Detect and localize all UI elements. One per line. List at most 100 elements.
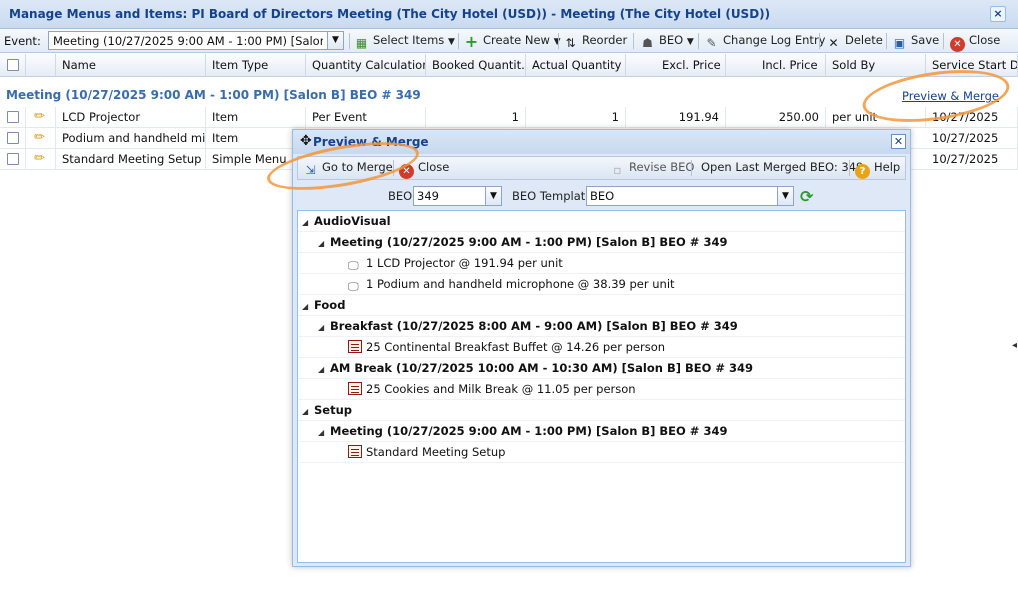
beo-select-value: 349 [417,189,439,203]
event-select[interactable]: Meeting (10/27/2025 9:00 AM - 1:00 PM) [… [48,31,344,50]
tree-item[interactable]: Standard Meeting Setup [298,442,905,463]
change-log-button[interactable]: ✎ Change Log Entry [704,33,825,50]
collapse-arrow-icon[interactable]: ◢ [318,323,330,332]
toolbar-divider [819,33,820,49]
row-checkbox[interactable] [0,128,26,149]
tree-event[interactable]: ◢ AM Break (10/27/2025 10:00 AM - 10:30 A… [298,358,905,379]
tree-item[interactable]: 25 Continental Breakfast Buffet @ 14.26 … [298,337,905,358]
pencil-edit-icon[interactable]: ✏ [26,107,56,128]
cell-name: LCD Projector [56,107,206,128]
resize-handle-icon[interactable]: ◂ [1012,340,1018,356]
chevron-down-icon[interactable]: ▼ [327,32,343,49]
column-header-actual-quantity[interactable]: Actual Quantity [526,54,626,77]
collapse-arrow-icon[interactable]: ◢ [302,407,314,416]
column-header-booked-quantity[interactable]: Booked Quantit... [426,54,526,77]
preview-merge-dialog: ✥ Preview & Merge ✕ ⇲ Go to Merge ✕ Close … [292,129,911,567]
dialog-close-icon[interactable]: ✕ [891,134,906,149]
column-header-quantity-calculation[interactable]: Quantity Calculation [306,54,426,77]
menu-icon [348,340,362,353]
column-header-item-type[interactable]: Item Type [206,54,306,77]
column-header-excl-price[interactable]: Excl. Price [626,54,726,77]
delete-x-icon: ✕ [828,36,839,50]
column-header-sold-by[interactable]: Sold By [826,54,926,77]
cell-name: Podium and handheld mic... [56,128,206,149]
cell-item-type: Item [206,107,306,128]
beo-template-select[interactable]: BEO ▼ [586,186,794,206]
beo-label: BEO [659,33,684,47]
tree-item-label: Standard Meeting Setup [366,445,506,459]
tree-item-label: 25 Cookies and Milk Break @ 11.05 per pe… [366,382,636,396]
tree-category[interactable]: ◢ AudioVisual [298,211,905,232]
wrench-icon: ✎ [706,36,717,50]
tree-item-label: 1 Podium and handheld microphone @ 38.39… [366,277,675,291]
projector-icon: 🖵 [348,280,359,293]
toolbar-divider [558,33,559,49]
menu-icon [348,382,362,395]
collapse-arrow-icon[interactable]: ◢ [318,428,330,437]
tree-item[interactable]: 🖵 1 Podium and handheld microphone @ 38.3… [298,274,905,295]
menu-icon [348,445,362,458]
revise-icon: ▫ [613,163,622,177]
cell-actual: 1 [526,107,626,128]
delete-label: Delete [845,33,883,47]
tree-event-label: Breakfast (10/27/2025 8:00 AM - 9:00 AM)… [330,319,738,333]
help-icon: ? [855,164,870,179]
chevron-down-icon[interactable]: ▼ [485,187,501,205]
tree-event[interactable]: ◢ Meeting (10/27/2025 9:00 AM - 1:00 PM) … [298,421,905,442]
tree-item[interactable]: 🖵 1 LCD Projector @ 191.94 per unit [298,253,905,274]
tree-event[interactable]: ◢ Meeting (10/27/2025 9:00 AM - 1:00 PM) … [298,232,905,253]
collapse-arrow-icon[interactable]: ◢ [318,365,330,374]
create-new-label: Create New [483,33,550,47]
tree-event[interactable]: ◢ Breakfast (10/27/2025 8:00 AM - 9:00 AM… [298,316,905,337]
dialog-filters: BEO 349 ▼ BEO Template BEO ▼ ⟳ [297,184,906,210]
pencil-edit-icon[interactable]: ✏ [26,128,56,149]
toolbar-divider [943,33,944,49]
event-label: Event: [4,34,41,48]
delete-button[interactable]: ✕ Delete [826,33,883,50]
refresh-icon[interactable]: ⟳ [800,187,813,206]
group-label: Meeting (10/27/2025 9:00 AM - 1:00 PM) [… [6,88,421,102]
row-checkbox[interactable] [0,149,26,170]
open-last-merged-button[interactable]: Open Last Merged BEO: 349 [701,160,863,177]
column-header-incl-price[interactable]: Incl. Price [726,54,826,77]
select-all-checkbox[interactable] [0,54,26,77]
help-button[interactable]: ? Help [855,160,900,179]
reorder-label: Reorder [582,33,628,47]
collapse-arrow-icon[interactable]: ◢ [318,239,330,248]
cell-booked: 1 [426,107,526,128]
beo-button[interactable]: ☗ BEO ▼ [640,33,694,50]
revise-beo-button[interactable]: ▫ Revise BEO [610,160,694,177]
collapse-arrow-icon[interactable]: ◢ [302,302,314,311]
collapse-arrow-icon[interactable]: ◢ [302,218,314,227]
grid-header: Name Item Type Quantity Calculation Book… [0,54,1018,77]
create-new-button[interactable]: +Create New ▼ [464,33,561,50]
tree-event-label: Meeting (10/27/2025 9:00 AM - 1:00 PM) [… [330,424,728,438]
tree-category[interactable]: ◢ Food [298,295,905,316]
beo-select[interactable]: 349 ▼ [413,186,502,206]
beo-field-label: BEO [388,189,413,203]
cell-service-start: 10/27/2025 [926,149,1018,170]
row-checkbox[interactable] [0,107,26,128]
toolbar-divider [633,33,634,49]
projector-icon: 🖵 [348,259,359,272]
main-toolbar: Event: Meeting (10/27/2025 9:00 AM - 1:0… [0,29,1018,53]
pencil-edit-icon[interactable]: ✏ [26,149,56,170]
select-items-button[interactable]: ▦ Select Items ▼ [354,33,455,50]
window-titlebar: Manage Menus and Items: PI Board of Dire… [0,0,1018,29]
tree-item[interactable]: 25 Cookies and Milk Break @ 11.05 per pe… [298,379,905,400]
toolbar-divider [886,33,887,49]
save-button[interactable]: ▣ Save [892,33,939,50]
close-label: Close [969,33,1001,47]
select-items-label: Select Items [373,33,445,47]
column-header-name[interactable]: Name [56,54,206,77]
tree-category-label: Food [314,298,346,312]
tree-category[interactable]: ◢ Setup [298,400,905,421]
close-button[interactable]: ✕ Close [950,33,1001,52]
close-icon[interactable]: × [990,6,1006,22]
tree-category-label: AudioVisual [314,214,391,228]
reorder-button[interactable]: ⇅ Reorder [563,33,627,50]
beo-template-value: BEO [590,189,615,203]
cell-service-start: 10/27/2025 [926,128,1018,149]
cell-qty-calc: Per Event [306,107,426,128]
chevron-down-icon[interactable]: ▼ [777,187,793,205]
